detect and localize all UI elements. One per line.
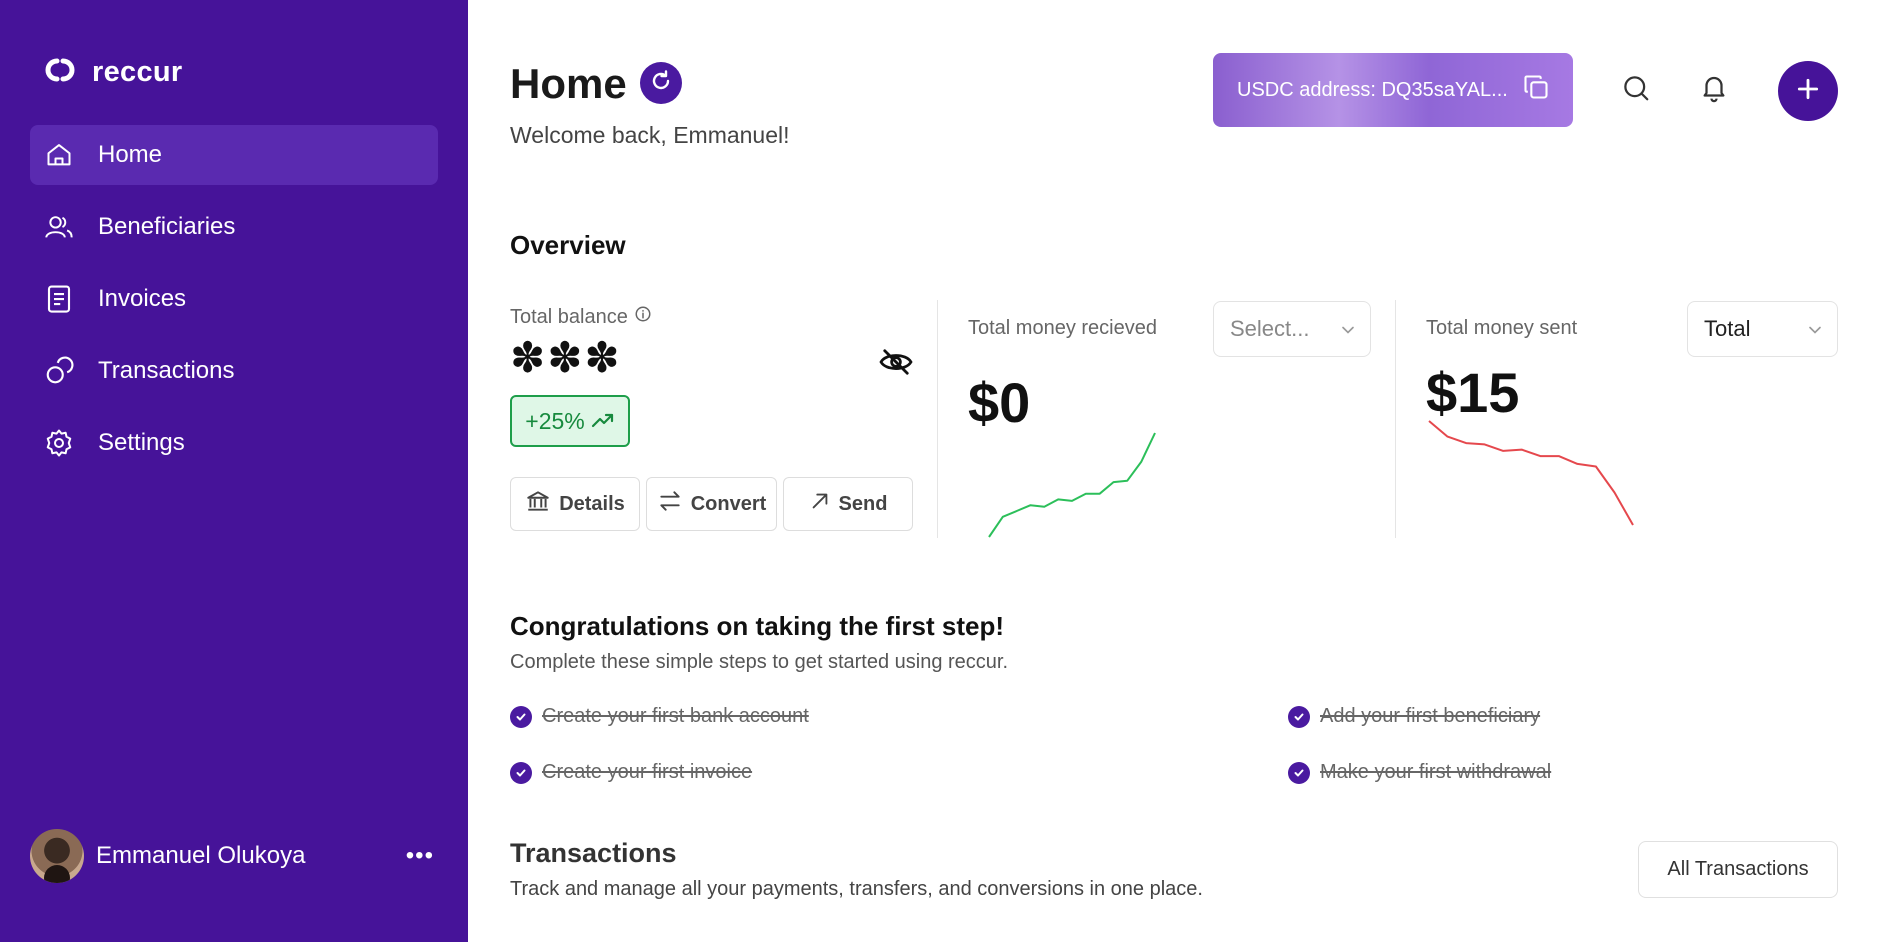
details-label: Details: [559, 492, 625, 515]
page-title: Home: [510, 60, 627, 107]
step-item: Make your first withdrawal: [1288, 761, 1551, 784]
users-icon: [42, 210, 76, 244]
sidebar: reccur Home Beneficiaries Invoices Trans…: [0, 0, 468, 942]
total-sent-amount: $15: [1426, 361, 1520, 424]
search-icon: [1621, 73, 1651, 108]
copy-icon[interactable]: [1522, 73, 1550, 107]
total-sent-label: Total money sent: [1426, 317, 1578, 339]
document-icon: [42, 282, 76, 316]
step-item: Add your first beneficiary: [1288, 705, 1540, 728]
sidebar-item-label: Beneficiaries: [98, 213, 236, 240]
sidebar-item-label: Transactions: [98, 357, 235, 384]
chevron-down-icon: [1338, 320, 1358, 346]
sidebar-item-home[interactable]: Home: [30, 125, 438, 185]
balance-change-badge: +25%: [510, 395, 630, 447]
sidebar-item-label: Settings: [98, 429, 185, 456]
check-icon: [510, 761, 532, 784]
more-options-icon[interactable]: •••: [400, 842, 440, 870]
getting-started-title: Congratulations on taking the first step…: [510, 611, 1005, 641]
notifications-button[interactable]: [1696, 72, 1732, 108]
brand-name: reccur: [92, 56, 183, 88]
hidden-balance: ✽✽✽: [510, 334, 622, 381]
send-label: Send: [838, 492, 888, 515]
gear-icon: [42, 426, 76, 460]
sidebar-item-label: Invoices: [98, 285, 187, 312]
bank-icon: [525, 488, 551, 520]
transactions-title: Transactions: [510, 838, 677, 868]
sidebar-item-beneficiaries[interactable]: Beneficiaries: [30, 197, 438, 257]
transactions-subtitle: Track and manage all your payments, tran…: [510, 878, 1203, 900]
received-period-select[interactable]: Select...: [1213, 301, 1371, 357]
home-icon: [42, 138, 76, 172]
plus-icon: [1795, 76, 1821, 107]
info-icon[interactable]: [634, 305, 652, 329]
spark-received-line: [988, 432, 1156, 538]
eye-off-icon[interactable]: [878, 347, 914, 382]
total-received-amount: $0: [968, 371, 1031, 434]
convert-button[interactable]: Convert: [646, 477, 777, 531]
step-item: Create your first invoice: [510, 761, 752, 784]
sent-period-select[interactable]: Total: [1687, 301, 1838, 357]
sidebar-item-invoices[interactable]: Invoices: [30, 269, 438, 329]
refresh-icon: [649, 69, 673, 98]
step-label: Make your first withdrawal: [1320, 761, 1552, 783]
chevron-down-icon: [1805, 320, 1825, 346]
step-label: Create your first bank account: [542, 705, 809, 727]
refresh-button[interactable]: [640, 62, 682, 104]
divider: [1395, 300, 1396, 538]
step-label: Create your first invoice: [542, 761, 753, 783]
balance-change-value: +25%: [525, 407, 585, 434]
arrow-up-right-icon: [809, 490, 831, 518]
user-profile[interactable]: Emmanuel Olukoya •••: [30, 828, 440, 884]
send-button[interactable]: Send: [783, 477, 913, 531]
main-content: Home Welcome back, Emmanuel! USDC addres…: [468, 0, 1899, 942]
step-label: Add your first beneficiary: [1320, 705, 1541, 727]
step-item: Create your first bank account: [510, 705, 809, 728]
search-button[interactable]: [1618, 72, 1654, 108]
trend-up-icon: [591, 408, 615, 435]
coins-icon: [42, 354, 76, 388]
received-sparkline: [988, 432, 1156, 538]
welcome-message: Welcome back, Emmanuel!: [510, 122, 790, 148]
all-transactions-button[interactable]: All Transactions: [1638, 841, 1838, 898]
swap-icon: [657, 488, 683, 520]
usdc-address-text: USDC address: DQ35saYAL...: [1237, 78, 1508, 101]
details-button[interactable]: Details: [510, 477, 640, 531]
sidebar-item-settings[interactable]: Settings: [30, 413, 438, 473]
check-icon: [1288, 761, 1310, 784]
sent-sparkline: [1428, 420, 1634, 526]
total-received-label: Total money recieved: [968, 317, 1157, 339]
sidebar-nav: Home Beneficiaries Invoices Transactions…: [30, 125, 438, 485]
total-balance-text: Total balance: [510, 305, 628, 328]
received-period-value: Select...: [1230, 316, 1310, 341]
overview-title: Overview: [510, 230, 626, 260]
convert-label: Convert: [690, 492, 767, 515]
usdc-address-button[interactable]: USDC address: DQ35saYAL...: [1213, 53, 1573, 127]
check-icon: [510, 705, 532, 728]
total-balance-label: Total balance: [510, 305, 652, 329]
sidebar-item-transactions[interactable]: Transactions: [30, 341, 438, 401]
bell-icon: [1699, 73, 1729, 108]
divider: [937, 300, 938, 538]
check-icon: [1288, 705, 1310, 728]
spark-sent-line: [1428, 420, 1634, 526]
avatar: [30, 829, 84, 883]
sent-period-value: Total: [1704, 316, 1751, 341]
user-name: Emmanuel Olukoya: [96, 842, 306, 869]
reccur-logo-icon: [42, 57, 78, 88]
add-button[interactable]: [1778, 61, 1838, 121]
getting-started-subtitle: Complete these simple steps to get start…: [510, 651, 1009, 673]
sidebar-item-label: Home: [98, 141, 163, 168]
brand[interactable]: reccur: [42, 56, 182, 89]
